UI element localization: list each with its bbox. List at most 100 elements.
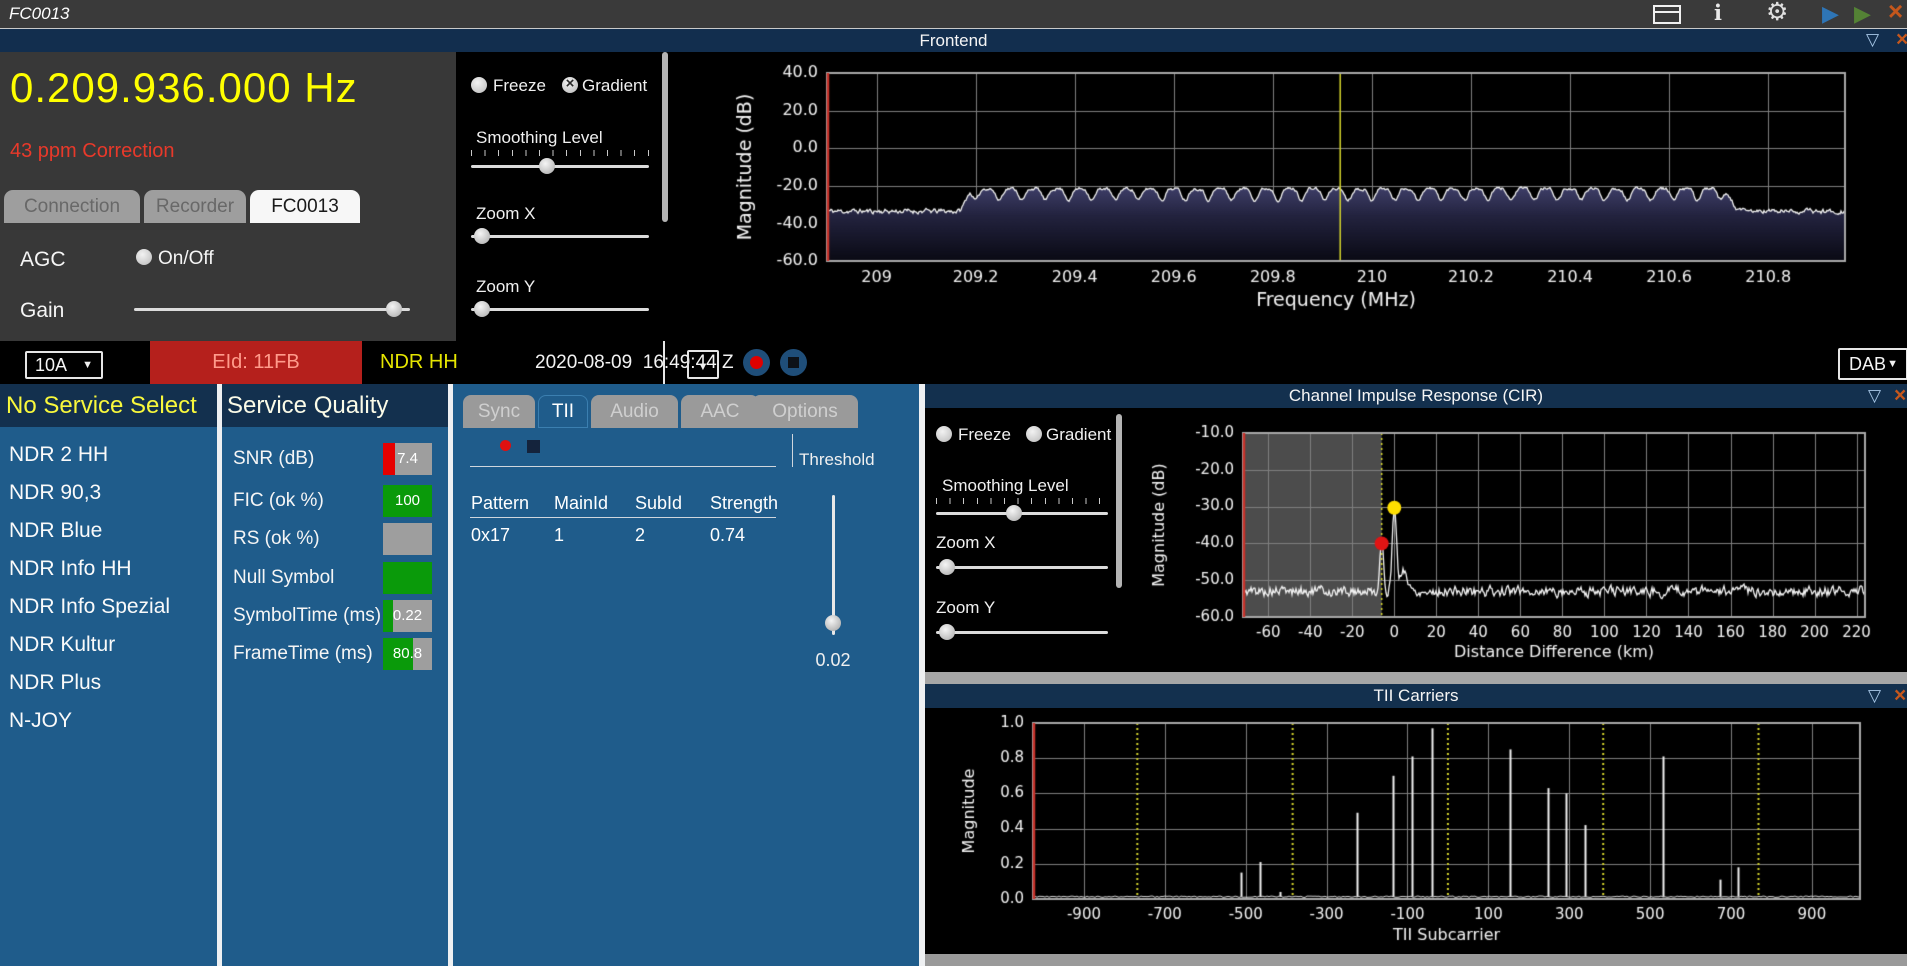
service-item[interactable]: NDR 2 HH xyxy=(0,436,226,474)
service-item[interactable]: NDR Info HH xyxy=(0,550,226,588)
quality-bar-frametime: 80.8 xyxy=(383,638,432,670)
agc-radio[interactable] xyxy=(136,249,152,265)
channel-select-value: 10A xyxy=(35,355,68,375)
window-icon[interactable] xyxy=(1653,5,1681,24)
smoothing-slider[interactable] xyxy=(471,158,649,174)
quality-bar-fic: 100 xyxy=(383,485,432,517)
service-item[interactable]: NDR Kultur xyxy=(0,626,226,664)
mode-select[interactable]: DAB ▼ xyxy=(1838,348,1907,380)
cir-smoothing-label: Smoothing Level xyxy=(942,476,1069,495)
record-options-dropdown[interactable]: ▼ xyxy=(687,350,719,379)
cir-zoom-x-slider[interactable] xyxy=(936,559,1108,575)
tab-connection[interactable]: Connection xyxy=(4,190,140,223)
tab-tii[interactable]: TII xyxy=(538,395,588,428)
ensemble-name: NDR HH xyxy=(380,351,458,373)
quality-bar-null-symbol xyxy=(383,562,432,594)
channel-select[interactable]: 10A ▼ xyxy=(25,351,103,379)
tuner-panel: 0.209.936.000 Hz 43 ppm Correction Conne… xyxy=(0,52,456,341)
ensemble-id-badge: EId: 11FB xyxy=(150,341,362,384)
zoom-y-slider-track xyxy=(471,308,649,311)
cir-panel: Channel Impulse Response (CIR) ▽ × Freez… xyxy=(925,384,1907,672)
splitter-horizontal[interactable] xyxy=(925,672,1907,684)
gain-slider-handle[interactable] xyxy=(386,301,403,317)
zoom-y-slider-handle[interactable] xyxy=(474,301,491,317)
table-header-subid: SubId xyxy=(635,493,683,513)
smoothing-ticks xyxy=(471,150,649,156)
gradient-checkbox[interactable] xyxy=(562,75,578,93)
tab-aac[interactable]: AAC xyxy=(681,395,759,428)
close-icon[interactable]: × xyxy=(1888,0,1903,24)
record-button[interactable] xyxy=(743,349,770,376)
quality-bar-rs xyxy=(383,523,432,555)
window-icon-bar xyxy=(1655,7,1679,13)
tab-recorder[interactable]: Recorder xyxy=(144,190,246,223)
service-quality-panel: Service Quality SNR (dB) 7.4 FIC (ok %) … xyxy=(222,384,448,966)
tab-audio[interactable]: Audio xyxy=(591,395,678,428)
cir-close-icon[interactable]: × xyxy=(1894,385,1906,407)
frontend-panel-header: Frontend ▽ × xyxy=(0,29,1907,52)
frontend-close-icon[interactable]: × xyxy=(1896,29,1907,51)
detail-tabs-panel: Sync TII Audio AAC Options Pattern MainI… xyxy=(453,384,919,966)
table-cell: 2 xyxy=(635,525,646,545)
info-icon[interactable]: i xyxy=(1714,1,1722,25)
zoom-x-slider-handle[interactable] xyxy=(474,228,491,244)
cir-freeze-radio[interactable] xyxy=(936,426,952,442)
service-item[interactable]: NDR Info Spezial xyxy=(0,588,226,626)
service-quality-title: Service Quality xyxy=(227,392,389,419)
service-item[interactable]: NDR Blue xyxy=(0,512,226,550)
stop-button[interactable] xyxy=(780,349,807,376)
cir-controls-scrollbar[interactable] xyxy=(1116,414,1122,588)
threshold-value: 0.02 xyxy=(815,650,851,670)
threshold-divider xyxy=(792,434,793,467)
quality-row-label: RS (ok %) xyxy=(233,528,320,549)
cir-collapse-icon[interactable]: ▽ xyxy=(1868,385,1881,407)
threshold-label: Threshold xyxy=(799,450,875,469)
tab-sync[interactable]: Sync xyxy=(463,395,535,428)
tii-plot[interactable] xyxy=(925,705,1907,953)
tii-legend-square-icon xyxy=(527,440,540,453)
quality-row-label: FrameTime (ms) xyxy=(233,643,373,664)
cir-zoom-x-track xyxy=(936,566,1108,569)
tab-fc0013[interactable]: FC0013 xyxy=(250,190,360,223)
threshold-slider-handle[interactable] xyxy=(825,615,841,632)
frontend-collapse-icon[interactable]: ▽ xyxy=(1866,29,1879,51)
gain-slider[interactable] xyxy=(134,301,410,317)
frontend-spectrum-plot[interactable] xyxy=(668,52,1907,341)
cir-plot[interactable] xyxy=(1128,408,1907,670)
zoom-x-slider-track xyxy=(471,235,649,238)
service-item[interactable]: NDR Plus xyxy=(0,664,226,702)
cir-gradient-label: Gradient xyxy=(1046,425,1112,444)
lower-area: No Service Select NDR 2 HH NDR 90,3 NDR … xyxy=(0,384,1907,966)
cir-gradient-radio[interactable] xyxy=(1026,426,1042,442)
gain-slider-track xyxy=(134,308,410,311)
zoom-y-slider[interactable] xyxy=(471,301,649,317)
service-item[interactable]: N-JOY xyxy=(0,702,226,740)
cir-smoothing-handle[interactable] xyxy=(1006,505,1023,521)
cir-zoom-y-handle[interactable] xyxy=(939,624,956,640)
horizontal-scrollbar[interactable] xyxy=(925,954,1907,966)
cir-zoom-y-slider[interactable] xyxy=(936,624,1108,640)
quality-value: 7.4 xyxy=(397,450,418,467)
tab-options[interactable]: Options xyxy=(752,395,858,428)
service-quality-header: Service Quality xyxy=(222,384,448,427)
mode-select-value: DAB xyxy=(1849,354,1887,374)
play-green-icon[interactable]: ▶ xyxy=(1854,2,1871,26)
gain-label: Gain xyxy=(20,299,65,322)
service-item[interactable]: NDR 90,3 xyxy=(0,474,226,512)
cir-smoothing-slider[interactable] xyxy=(936,505,1108,521)
tii-collapse-icon[interactable]: ▽ xyxy=(1868,685,1881,707)
smoothing-slider-handle[interactable] xyxy=(539,158,556,174)
cir-zoom-x-handle[interactable] xyxy=(939,559,956,575)
play-blue-icon[interactable]: ▶ xyxy=(1822,2,1839,26)
gear-icon[interactable]: ⚙ xyxy=(1766,0,1788,25)
tii-close-icon[interactable]: × xyxy=(1894,685,1906,707)
cir-title: Channel Impulse Response (CIR) xyxy=(1288,386,1544,405)
cir-zoom-y-track xyxy=(936,631,1108,634)
service-list-title: No Service Select xyxy=(6,392,197,419)
mode-select-arrow-icon: ▼ xyxy=(1887,358,1898,370)
gradient-label: Gradient xyxy=(582,76,648,95)
threshold-slider[interactable] xyxy=(825,495,841,635)
freeze-radio[interactable] xyxy=(471,77,487,93)
zoom-x-slider[interactable] xyxy=(471,228,649,244)
agc-label: AGC xyxy=(20,248,66,271)
